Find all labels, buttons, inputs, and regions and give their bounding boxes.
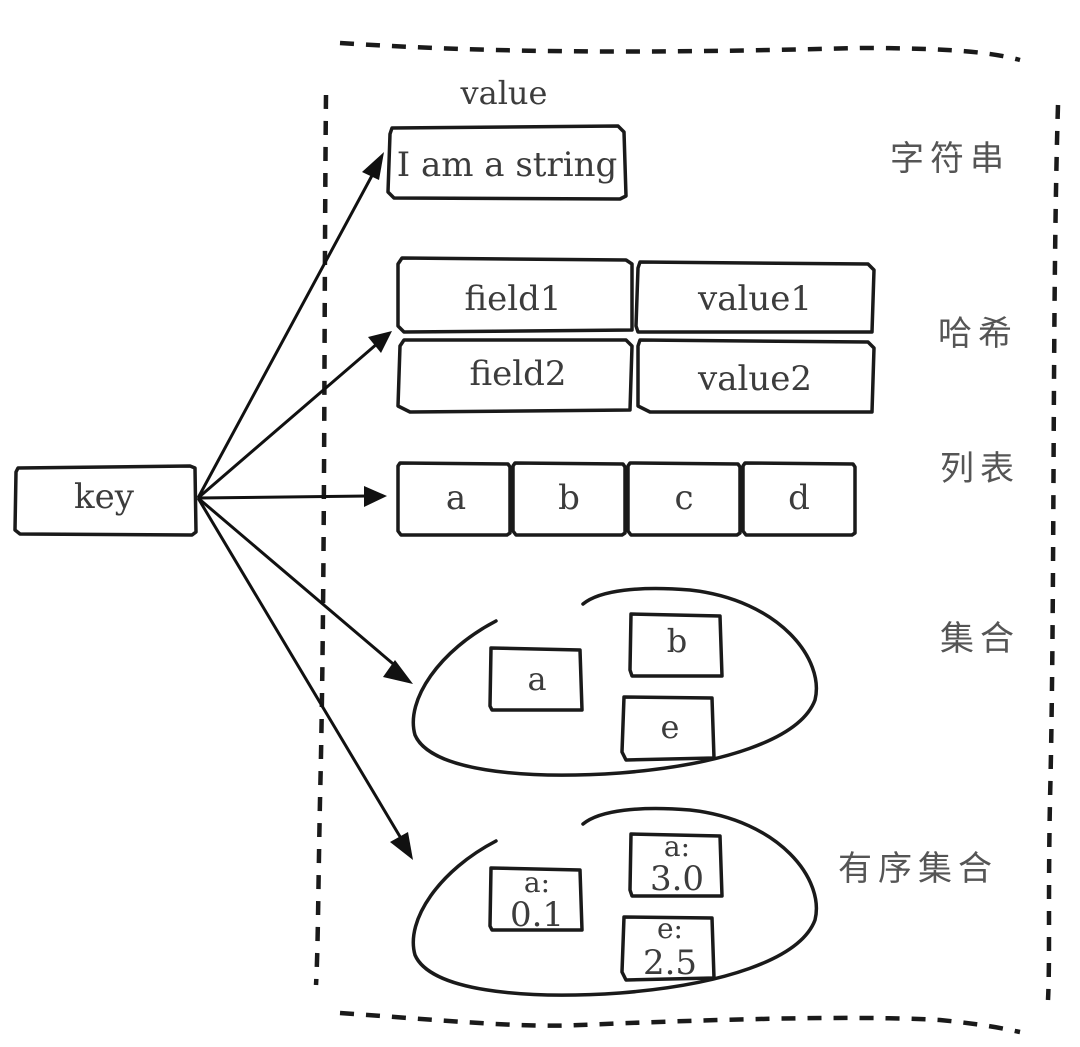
hash-value: value2 xyxy=(697,359,812,399)
list-item: a xyxy=(446,478,466,518)
zset-member-score: 3.0 xyxy=(650,859,704,899)
hash-row: field2 value2 xyxy=(396,338,876,414)
set-type-label: 集合 xyxy=(940,619,1020,659)
list-cells: a b c d xyxy=(396,461,857,537)
key-node: key xyxy=(13,464,198,537)
zset-member: a: 0.1 xyxy=(488,866,584,935)
boundary-bottom xyxy=(339,1010,1021,1035)
string-value: I am a string xyxy=(397,145,618,185)
hash-type: field1 value1 field2 value2 哈希 xyxy=(396,256,1018,414)
arrow-to-list xyxy=(197,486,387,507)
set-outline xyxy=(411,586,819,777)
list-item: b xyxy=(558,478,580,518)
list-type: a b c d 列表 xyxy=(396,449,1020,537)
zset-member: e: 2.5 xyxy=(620,912,716,983)
zset-member-name: e: xyxy=(657,912,683,945)
set-member: b xyxy=(667,622,687,660)
zset-member-score: 0.1 xyxy=(510,895,564,935)
list-item: c xyxy=(674,478,693,518)
boundary-right xyxy=(1045,104,1061,1001)
zset-member: a: 3.0 xyxy=(628,830,724,899)
arrow-to-set xyxy=(197,496,413,684)
arrows xyxy=(196,152,413,860)
boundary-left xyxy=(313,94,329,986)
arrow-to-zset xyxy=(196,497,413,860)
set-member: e xyxy=(661,708,680,746)
value-heading: value xyxy=(460,74,548,112)
list-type-label: 列表 xyxy=(940,449,1020,489)
hash-value: value1 xyxy=(697,279,812,319)
redis-data-types-diagram: key value I am a string 字符串 field1 value… xyxy=(13,40,1061,1035)
hash-field: field2 xyxy=(469,354,566,394)
arrow-to-string xyxy=(196,152,384,499)
key-label: key xyxy=(74,477,135,517)
string-type: value I am a string 字符串 xyxy=(386,74,1010,201)
arrow-to-hash xyxy=(197,331,392,500)
hash-type-label: 哈希 xyxy=(938,314,1018,354)
zset-type: a: 0.1 a: 3.0 e: 2.5 有序集合 xyxy=(411,806,998,997)
zset-outline xyxy=(411,806,819,997)
list-item: d xyxy=(788,478,810,518)
string-type-label: 字符串 xyxy=(890,139,1010,179)
zset-member-score: 2.5 xyxy=(643,943,697,983)
zset-type-label: 有序集合 xyxy=(838,849,998,889)
hash-field: field1 xyxy=(464,279,561,319)
set-type: a b e 集合 xyxy=(411,586,1020,777)
hash-row: field1 value1 xyxy=(396,256,876,334)
boundary-top xyxy=(339,40,1021,63)
set-member: a xyxy=(527,660,546,698)
